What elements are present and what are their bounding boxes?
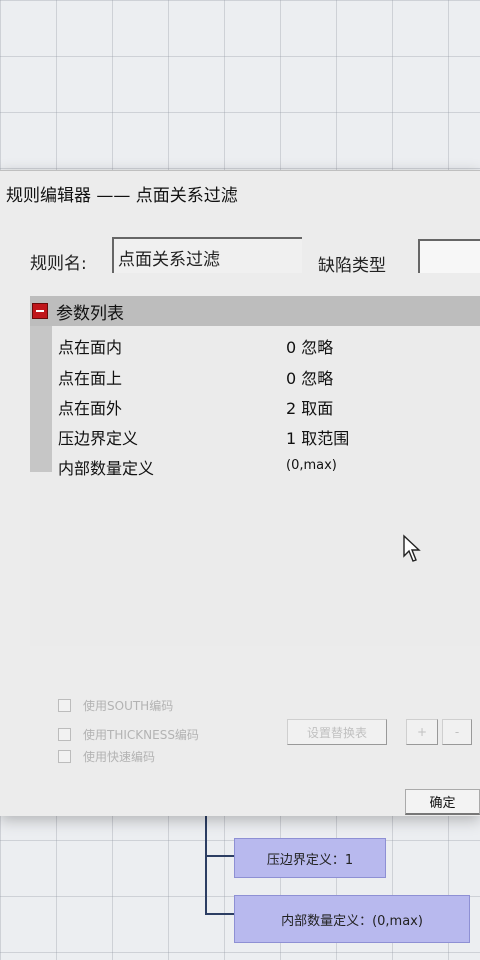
flow-node-count[interactable]: 内部数量定义：(0,max) bbox=[234, 895, 470, 943]
param-row[interactable]: 点在面外 2 取面 bbox=[58, 391, 480, 419]
add-button[interactable]: + bbox=[406, 719, 438, 745]
remove-button[interactable]: - bbox=[442, 719, 472, 745]
south-code-label: 使用SOUTH编码 bbox=[83, 699, 174, 713]
defect-type-select[interactable] bbox=[418, 239, 480, 273]
ok-button[interactable]: 确定 bbox=[405, 789, 480, 815]
collapse-toggle-icon[interactable] bbox=[32, 303, 48, 319]
param-list-header: 参数列表 bbox=[30, 296, 480, 326]
thickness-code-option[interactable]: 使用THICKNESS编码 bbox=[58, 726, 199, 743]
param-value[interactable]: (0,max) bbox=[286, 458, 337, 473]
param-row[interactable]: 点在面上 0 忽略 bbox=[58, 361, 480, 389]
dialog-title: 规则编辑器 —— 点面关系过滤 bbox=[6, 186, 238, 206]
defect-type-label: 缺陷类型 bbox=[318, 256, 386, 276]
param-name: 压边界定义 bbox=[58, 429, 139, 448]
flow-node-boundary-label: 压边界定义：1 bbox=[266, 852, 354, 868]
param-row[interactable]: 压边界定义 1 取范围 bbox=[58, 421, 480, 449]
south-code-checkbox[interactable] bbox=[58, 699, 71, 712]
rule-name-input[interactable]: 点面关系过滤 bbox=[112, 237, 302, 273]
rule-name-label: 规则名: bbox=[30, 254, 87, 274]
param-value[interactable]: 0 忽略 bbox=[286, 365, 333, 389]
param-row[interactable]: 内部数量定义 (0,max) bbox=[58, 451, 480, 479]
flow-connector-h2 bbox=[205, 913, 235, 915]
replace-table-button[interactable]: 设置替换表 bbox=[287, 719, 387, 745]
mouse-pointer-icon bbox=[403, 534, 421, 562]
param-value[interactable]: 0 忽略 bbox=[286, 334, 333, 358]
param-name: 点在面外 bbox=[58, 399, 123, 418]
flow-connector-h1 bbox=[205, 855, 235, 857]
param-row[interactable]: 点在面内 0 忽略 bbox=[58, 330, 480, 358]
flow-connector-vertical bbox=[205, 815, 207, 915]
param-list-panel: 参数列表 点在面内 0 忽略 点在面上 0 忽略 点在面外 2 取面 压边界定义… bbox=[30, 296, 480, 646]
param-value[interactable]: 1 取范围 bbox=[286, 425, 349, 449]
flow-node-boundary[interactable]: 压边界定义：1 bbox=[234, 838, 386, 878]
param-value[interactable]: 2 取面 bbox=[286, 395, 333, 419]
thickness-code-checkbox[interactable] bbox=[58, 728, 71, 741]
rule-editor-dialog: 规则编辑器 —— 点面关系过滤 规则名: 点面关系过滤 缺陷类型 参数列表 点在… bbox=[0, 170, 480, 816]
fast-code-option[interactable]: 使用快速编码 bbox=[58, 748, 155, 765]
param-name: 内部数量定义 bbox=[58, 459, 155, 478]
param-list-title: 参数列表 bbox=[56, 303, 124, 324]
thickness-code-label: 使用THICKNESS编码 bbox=[83, 728, 199, 742]
param-name: 点在面上 bbox=[58, 369, 123, 388]
param-list-gutter bbox=[30, 326, 52, 472]
fast-code-label: 使用快速编码 bbox=[83, 750, 156, 764]
param-name: 点在面内 bbox=[58, 338, 123, 357]
flow-node-count-label: 内部数量定义：(0,max) bbox=[281, 913, 423, 929]
south-code-option[interactable]: 使用SOUTH编码 bbox=[58, 697, 173, 714]
fast-code-checkbox[interactable] bbox=[58, 750, 71, 763]
